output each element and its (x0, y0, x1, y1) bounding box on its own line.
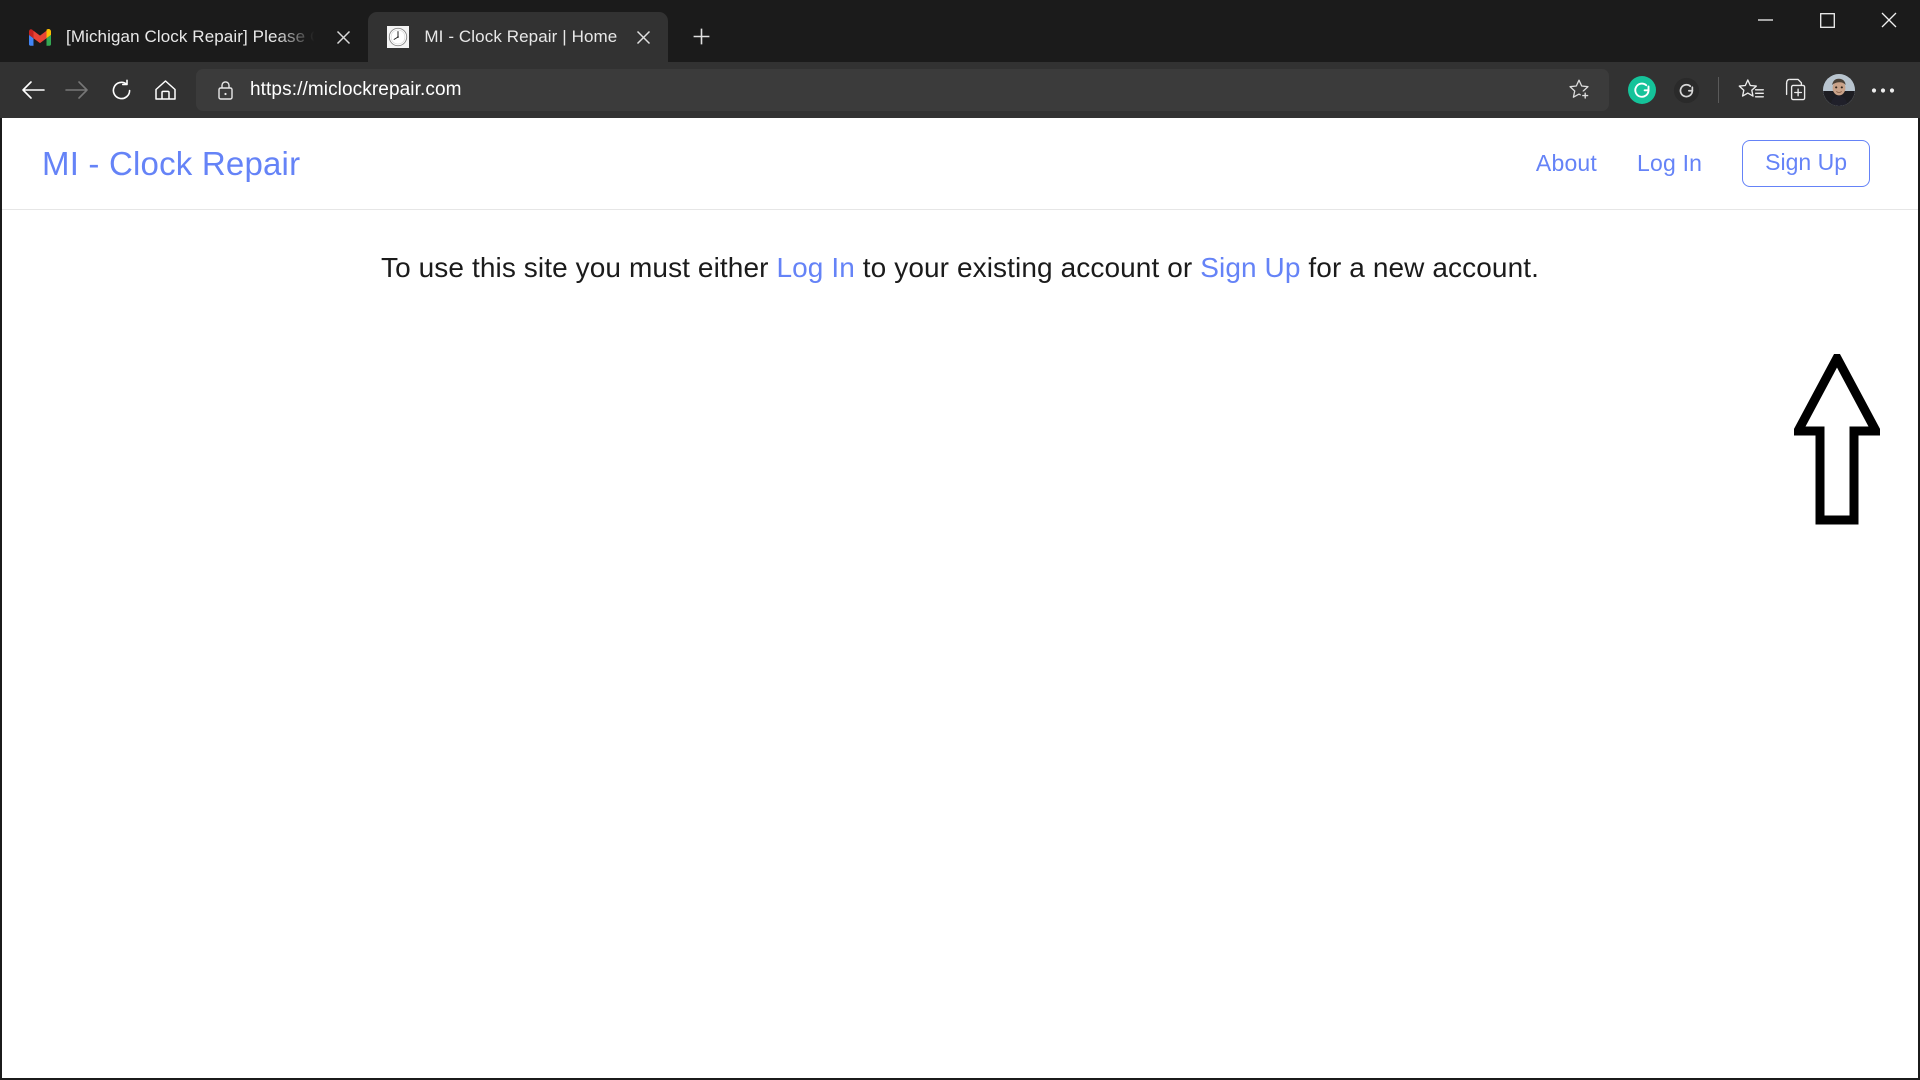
message-part-1: To use this site you must either (380, 252, 777, 283)
browser-tab-clock-repair[interactable]: MI - Clock Repair | Home (368, 12, 669, 62)
browser-toolbar: https://miclockrepair.com (0, 62, 1920, 118)
browser-tab-gmail[interactable]: [Michigan Clock Repair] Please C (10, 12, 368, 62)
close-icon[interactable] (1858, 0, 1920, 40)
avatar (1823, 74, 1855, 106)
url-text: https://miclockrepair.com (250, 79, 462, 100)
site-brand[interactable]: MI - Clock Repair (42, 145, 300, 183)
favorites-icon[interactable] (1730, 69, 1772, 111)
tabs-area: [Michigan Clock Repair] Please C MI - Cl… (0, 0, 720, 62)
tab-strip: [Michigan Clock Repair] Please C MI - Cl… (0, 0, 1920, 62)
forward-arrow-icon (56, 69, 98, 111)
maximize-icon[interactable] (1796, 0, 1858, 40)
browser-window: [Michigan Clock Repair] Please C MI - Cl… (0, 0, 1920, 1080)
refresh-icon[interactable] (100, 69, 142, 111)
tab-title: MI - Clock Repair | Home (424, 27, 618, 46)
profile-avatar[interactable] (1818, 69, 1860, 111)
sign-up-button[interactable]: Sign Up (1742, 139, 1870, 188)
nav-link-about[interactable]: About (1536, 150, 1597, 177)
back-arrow-icon[interactable] (12, 69, 54, 111)
clock-icon (386, 25, 410, 49)
star-plus-icon[interactable] (1559, 69, 1601, 111)
home-icon[interactable] (144, 69, 186, 111)
collections-icon[interactable] (1774, 69, 1816, 111)
site-header: MI - Clock Repair About Log In Sign Up (2, 118, 1918, 210)
message-part-2: to your existing account or (854, 252, 1201, 283)
settings-more-icon[interactable] (1862, 69, 1904, 111)
address-bar[interactable]: https://miclockrepair.com (196, 69, 1609, 111)
message-link-sign-up[interactable]: Sign Up (1200, 252, 1300, 283)
window-controls (1734, 0, 1920, 40)
up-arrow-annotation (1790, 348, 1884, 526)
gmail-icon (28, 25, 52, 49)
tab-close-button[interactable] (628, 22, 658, 52)
new-tab-button[interactable] (682, 17, 720, 55)
site-nav: About Log In Sign Up (1536, 139, 1870, 188)
nav-link-log-in[interactable]: Log In (1637, 150, 1702, 177)
page-viewport: MI - Clock Repair About Log In Sign Up T… (0, 118, 1920, 1080)
main-message: To use this site you must either Log In … (2, 210, 1918, 284)
toolbar-divider (1718, 77, 1719, 103)
tab-close-button[interactable] (328, 22, 358, 52)
message-part-3: for a new account. (1300, 252, 1540, 283)
minimize-icon[interactable] (1734, 0, 1796, 40)
grammarly-active-icon[interactable] (1621, 69, 1663, 111)
lock-icon (210, 75, 240, 105)
grammarly-icon[interactable] (1665, 69, 1707, 111)
message-link-log-in[interactable]: Log In (776, 252, 854, 283)
tab-title: [Michigan Clock Repair] Please C (66, 27, 323, 46)
